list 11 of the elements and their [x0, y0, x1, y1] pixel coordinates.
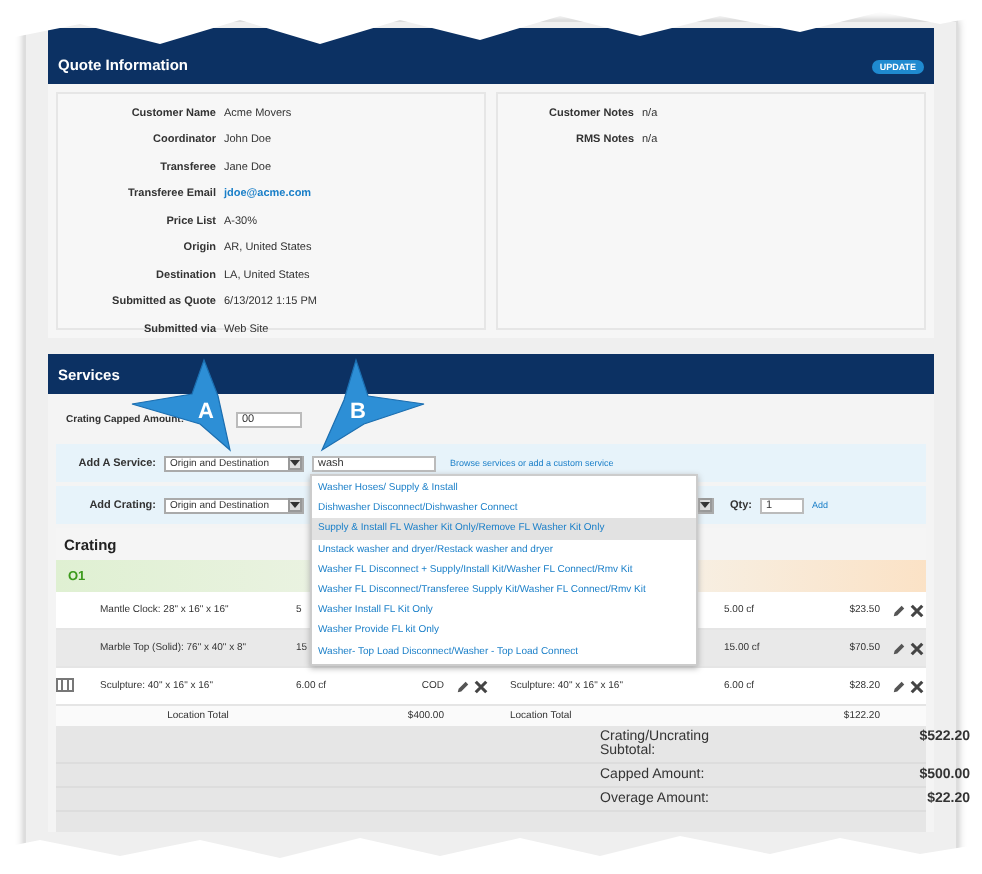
delete-icon[interactable]: [474, 679, 488, 693]
delete-icon[interactable]: [910, 641, 924, 655]
edit-icon[interactable]: [892, 603, 906, 617]
dropdown-arrow-icon[interactable]: [288, 498, 302, 512]
delete-icon[interactable]: [910, 679, 924, 693]
dropdown-arrow-icon[interactable]: [288, 456, 302, 470]
edit-icon[interactable]: [892, 641, 906, 655]
edit-icon[interactable]: [456, 679, 470, 693]
edit-icon[interactable]: [892, 679, 906, 693]
delete-icon[interactable]: [910, 603, 924, 617]
callout-marker: B: [320, 358, 425, 452]
